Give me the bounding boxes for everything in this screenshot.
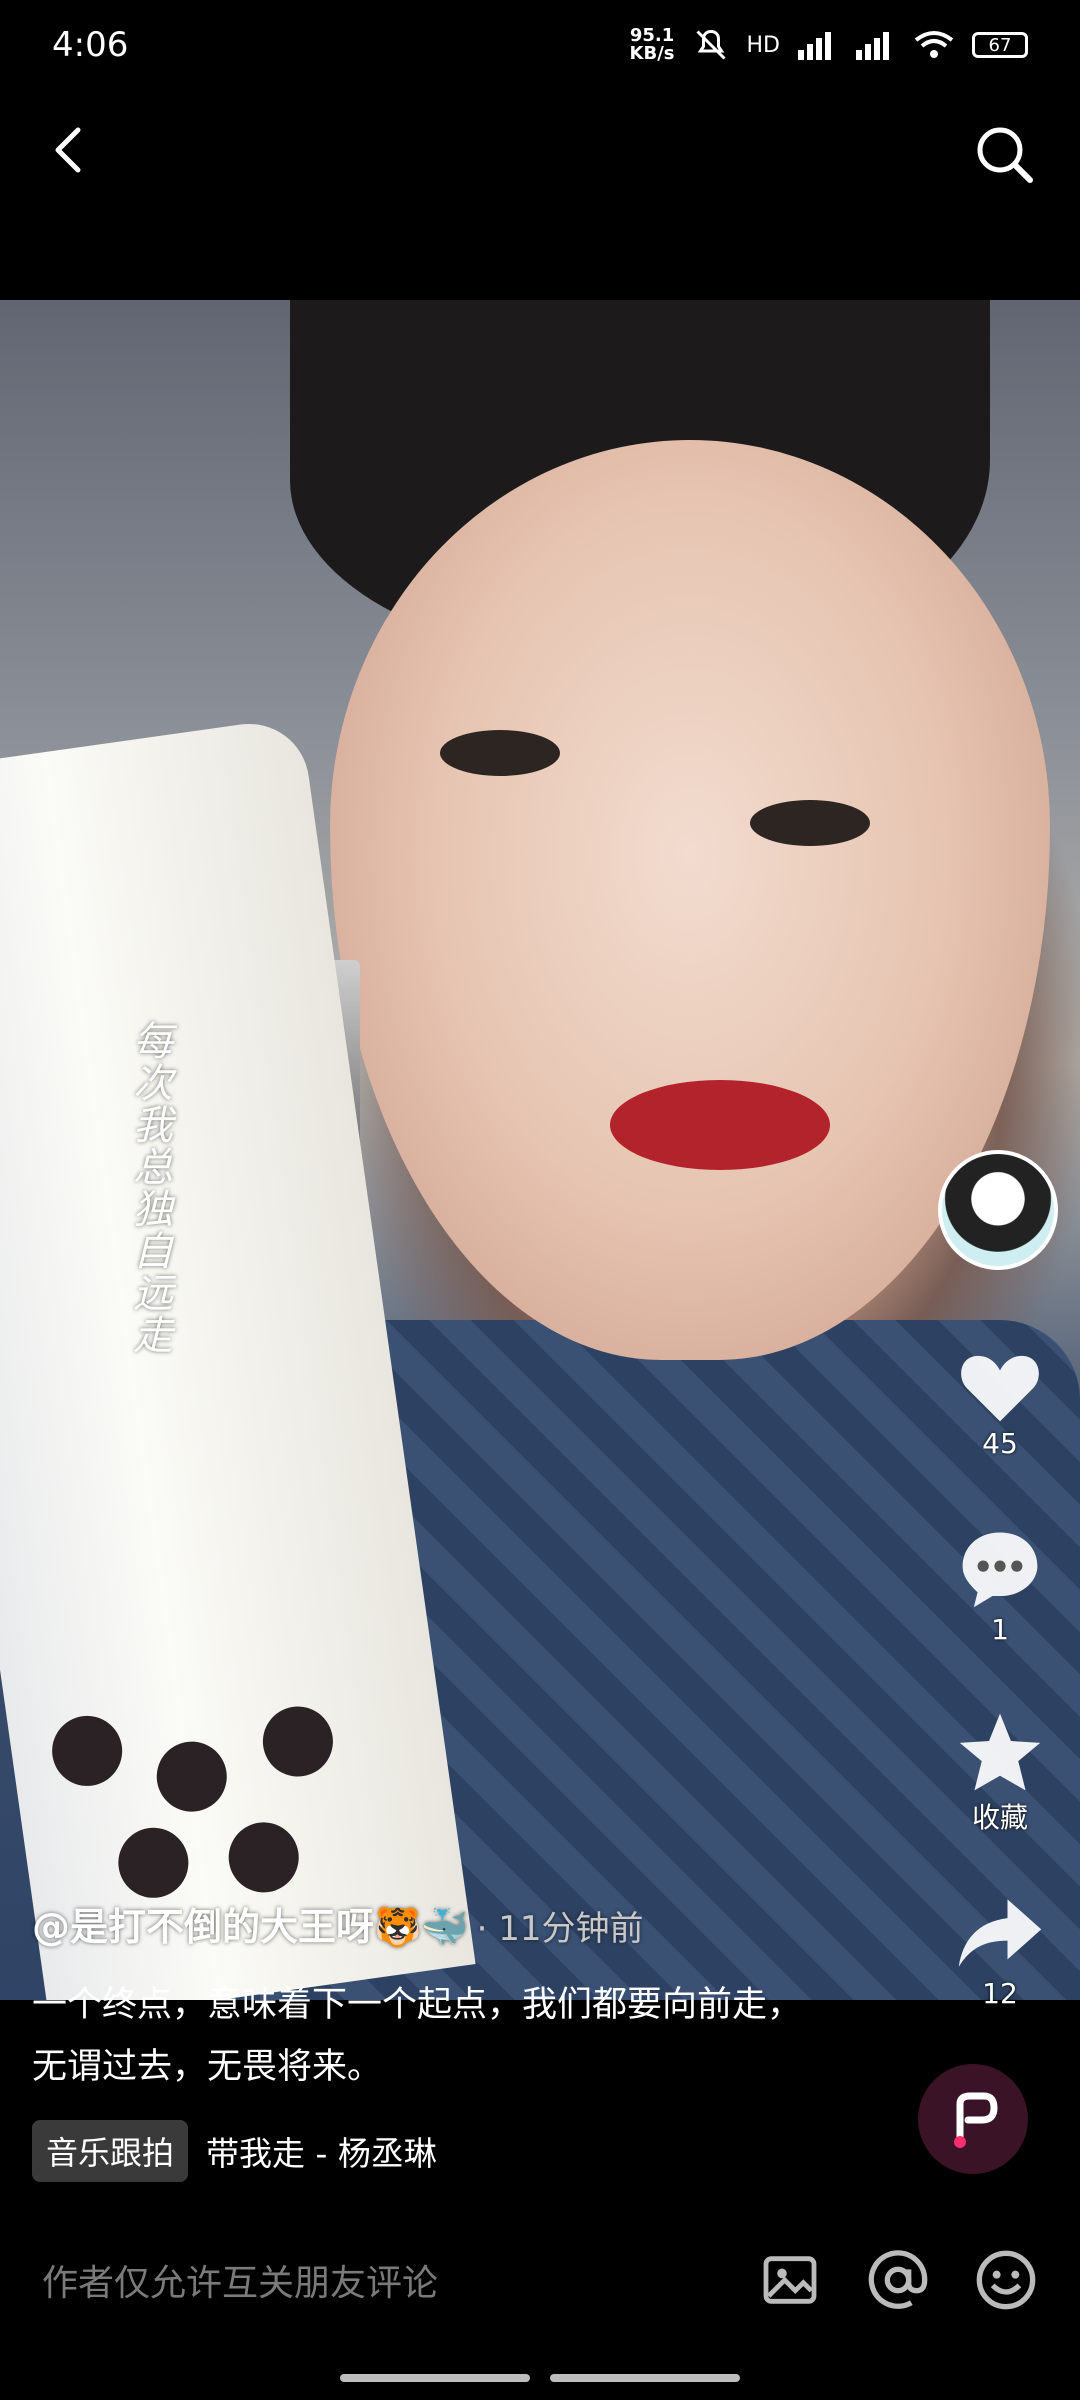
video-pearl [224, 1817, 304, 1897]
video-pearl [47, 1711, 127, 1791]
status-bar: 4:06 95.1 KB/s HD 67 [0, 0, 1080, 90]
favorite-label: 收藏 [971, 1801, 1028, 1834]
network-speed: 95.1 KB/s [629, 25, 675, 64]
back-arrow-icon[interactable] [40, 120, 100, 180]
author-avatar[interactable] [938, 1150, 1058, 1270]
video-pearl [258, 1701, 338, 1782]
status-icons: 95.1 KB/s HD 67 [630, 27, 1028, 63]
music-name[interactable]: 带我走 - 杨丞琳 [206, 2127, 437, 2175]
heart-icon [961, 1355, 1039, 1422]
signal-hd-label: HD [746, 32, 780, 58]
music-note-icon [954, 2092, 998, 2148]
author-name[interactable]: @是打不倒的大王呀 [32, 1905, 374, 1949]
home-indicator[interactable] [340, 2374, 740, 2382]
video-eye-shape [750, 800, 870, 846]
share-arrow-icon [958, 1899, 1042, 1967]
post-description: 一个终点，意味着下一个起点，我们都要向前走，无谓过去，无畏将来。 [32, 1985, 803, 2087]
battery-indicator: 67 [972, 32, 1028, 58]
like-count: 45 [982, 1427, 1018, 1460]
cell-signal-2-icon [856, 32, 889, 60]
comment-input[interactable]: 作者仅允许互关朋友评论 [42, 2254, 714, 2306]
favorite-button[interactable]: 收藏 [920, 1710, 1080, 1836]
emoji-icon[interactable] [974, 2248, 1038, 2312]
video-eye-shape [440, 730, 560, 776]
share-count: 12 [982, 1977, 1018, 2010]
video-overlay-caption: 每次我总独自远走 [126, 1020, 172, 1356]
wifi-icon [914, 31, 954, 58]
video-pearl [113, 1823, 193, 1903]
music-tag[interactable]: 音乐跟拍 [32, 2120, 189, 2182]
comment-bar: 作者仅允许互关朋友评论 [0, 2220, 1080, 2340]
cell-signal-icon [798, 32, 831, 60]
comment-button[interactable]: 1 [920, 1525, 1080, 1646]
post-author-line[interactable]: @是打不倒的大王呀🐯🐳 · 11分钟前 [32, 1896, 644, 1951]
music-disc[interactable] [918, 2064, 1028, 2174]
at-icon[interactable] [866, 2248, 930, 2312]
video-pearl [152, 1737, 232, 1817]
like-button[interactable]: 45 [920, 1345, 1080, 1460]
star-icon [959, 1713, 1041, 1791]
share-button[interactable]: 12 [920, 1895, 1080, 2010]
image-icon[interactable] [758, 2248, 822, 2312]
mute-bell-icon [695, 29, 726, 60]
comment-bubble-icon [962, 1532, 1038, 1608]
top-nav [0, 90, 1080, 210]
status-time: 4:06 [52, 25, 129, 65]
video-lips-shape [610, 1080, 830, 1170]
search-icon[interactable] [970, 120, 1040, 190]
author-emoji: 🐯🐳 [374, 1905, 469, 1949]
post-time-ago: · 11分钟前 [476, 1909, 644, 1949]
comment-count: 1 [991, 1613, 1009, 1646]
music-row[interactable]: 音乐跟拍 带我走 - 杨丞琳 [32, 2120, 437, 2182]
